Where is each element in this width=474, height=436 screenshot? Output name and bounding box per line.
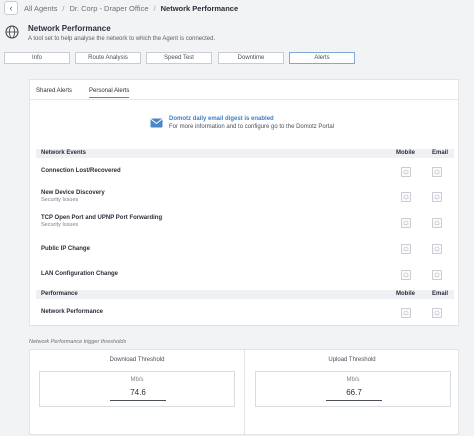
bell-icon: [434, 194, 440, 200]
bell-icon: [434, 310, 440, 316]
email-toggle-tcp-upnp[interactable]: [432, 218, 442, 228]
alert-category: Security Issues: [41, 197, 79, 203]
email-toggle-connection-lost[interactable]: [432, 167, 442, 177]
bell-icon: [403, 246, 409, 252]
bell-icon: [403, 194, 409, 200]
alert-name: New Device Discovery: [41, 190, 105, 196]
page-header: Network Performance A tool set to help a…: [0, 18, 474, 46]
bell-icon: [434, 246, 440, 252]
mobile-toggle-lan-config[interactable]: [401, 270, 411, 280]
upload-threshold-input[interactable]: 66.7: [326, 388, 382, 401]
mobile-column-label: Mobile: [396, 291, 415, 297]
mobile-toggle-new-device[interactable]: [401, 192, 411, 202]
mobile-toggle-connection-lost[interactable]: [401, 167, 411, 177]
email-toggle-network-performance[interactable]: [432, 308, 442, 318]
alert-name: Connection Lost/Recovered: [41, 168, 121, 174]
email-toggle-public-ip[interactable]: [432, 244, 442, 254]
email-icon: [150, 118, 163, 128]
download-threshold-title: Download Threshold: [109, 357, 165, 363]
tab-bar: Info Route Analysis Speed Test Downtime …: [4, 52, 469, 64]
bell-icon: [434, 220, 440, 226]
email-digest-notice: Domotz daily email digest is enabled For…: [150, 116, 334, 130]
tab-alerts[interactable]: Alerts: [289, 52, 355, 64]
digest-title[interactable]: Domotz daily email digest is enabled: [169, 116, 334, 122]
page-subtitle: A tool set to help analyse the network t…: [28, 36, 216, 42]
performance-title: Performance: [41, 291, 78, 297]
digest-text: For more information and to configure go…: [169, 124, 335, 130]
alert-name: Network Performance: [41, 309, 104, 315]
bell-icon: [434, 169, 440, 175]
mobile-toggle-network-performance[interactable]: [401, 308, 411, 318]
tab-info[interactable]: Info: [4, 52, 70, 64]
tab-route-analysis[interactable]: Route Analysis: [75, 52, 141, 64]
chevron-left-icon: ‹: [9, 2, 13, 13]
subtab-shared-alerts[interactable]: Shared Alerts: [36, 88, 72, 94]
alert-row-network-performance: Network Performance: [41, 309, 454, 315]
network-events-title: Network Events: [41, 150, 87, 156]
bell-icon: [434, 272, 440, 278]
mobile-column-label: Mobile: [396, 150, 415, 156]
alerts-panel: Shared Alerts Personal Alerts Domotz dai…: [29, 79, 459, 326]
email-column-label: Email: [432, 150, 449, 156]
breadcrumb-office[interactable]: Dr. Corp - Draper Office: [69, 4, 148, 13]
alerts-subtabs: Shared Alerts Personal Alerts: [30, 80, 458, 100]
performance-header: Performance Mobile Email: [36, 290, 454, 299]
alert-name: Public IP Change: [41, 246, 90, 252]
alert-row-connection-lost: Connection Lost/Recovered: [41, 168, 454, 174]
breadcrumb: All Agents / Dr. Corp - Draper Office / …: [24, 4, 238, 13]
download-threshold-box: Mb/s 74.6: [39, 371, 235, 407]
back-button[interactable]: ‹: [4, 1, 18, 15]
alert-category: Security Issues: [41, 222, 79, 228]
email-column-label: Email: [432, 291, 449, 297]
upload-threshold-box: Mb/s 66.7: [255, 371, 451, 407]
thresholds-caption: Network Performance trigger thresholds: [29, 339, 127, 345]
network-events-header: Network Events Mobile Email: [36, 149, 454, 158]
download-threshold-input[interactable]: 74.6: [110, 388, 166, 401]
tab-speed-test[interactable]: Speed Test: [146, 52, 212, 64]
upload-unit: Mb/s: [346, 377, 360, 383]
globe-icon: [5, 25, 19, 39]
upload-threshold-title: Upload Threshold: [328, 357, 376, 363]
tab-downtime[interactable]: Downtime: [218, 52, 284, 64]
breadcrumb-separator: /: [62, 3, 65, 13]
alert-row-new-device: New Device Discovery Security Issues: [41, 190, 454, 203]
breadcrumb-bar: ‹ All Agents / Dr. Corp - Draper Office …: [0, 0, 474, 16]
bell-icon: [403, 220, 409, 226]
bell-icon: [403, 169, 409, 175]
download-unit: Mb/s: [130, 377, 144, 383]
alert-name: LAN Configuration Change: [41, 271, 118, 277]
email-toggle-new-device[interactable]: [432, 192, 442, 202]
page-title: Network Performance: [28, 24, 111, 33]
breadcrumb-all-agents[interactable]: All Agents: [24, 4, 57, 13]
alert-row-lan-config: LAN Configuration Change: [41, 271, 454, 277]
breadcrumb-current: Network Performance: [160, 3, 239, 13]
bell-icon: [403, 310, 409, 316]
bell-icon: [403, 272, 409, 278]
thresholds-panel: Download Threshold Mb/s 74.6 Upload Thre…: [29, 349, 459, 436]
breadcrumb-separator: /: [153, 3, 156, 13]
alert-row-public-ip: Public IP Change: [41, 246, 454, 252]
email-toggle-lan-config[interactable]: [432, 270, 442, 280]
subtab-personal-alerts[interactable]: Personal Alerts: [89, 88, 130, 98]
alert-row-tcp-upnp: TCP Open Port and UPNP Port Forwarding S…: [41, 215, 454, 228]
alert-name: TCP Open Port and UPNP Port Forwarding: [41, 215, 163, 221]
mobile-toggle-public-ip[interactable]: [401, 244, 411, 254]
mobile-toggle-tcp-upnp[interactable]: [401, 218, 411, 228]
